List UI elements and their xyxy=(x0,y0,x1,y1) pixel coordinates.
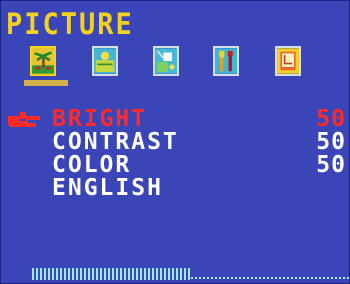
tab-selection-bar xyxy=(24,80,68,86)
level-bar-track xyxy=(191,277,350,279)
tools-icon[interactable] xyxy=(213,46,239,76)
tab-bar xyxy=(0,44,350,94)
menu-item-value: 50 xyxy=(316,106,346,132)
color-adjust-icon[interactable] xyxy=(153,46,179,76)
level-bar xyxy=(32,268,350,280)
menu-item-label: ENGLISH xyxy=(52,175,163,201)
brightness-icon[interactable] xyxy=(92,46,118,76)
palm-tree-icon[interactable] xyxy=(30,46,56,76)
menu-item-value: 50 xyxy=(316,152,346,178)
menu-item-label: COLOR xyxy=(52,152,132,178)
menu-title: PICTURE xyxy=(6,7,134,42)
level-bar-fill xyxy=(32,268,191,280)
position-icon[interactable] xyxy=(275,46,301,76)
pointing-hand-icon xyxy=(8,112,40,127)
menu-item-label: BRIGHT xyxy=(52,106,148,132)
menu-item-value: 50 xyxy=(316,129,346,155)
menu-item-label: CONTRAST xyxy=(52,129,179,155)
menu-item-language[interactable]: ENGLISH xyxy=(0,175,350,201)
